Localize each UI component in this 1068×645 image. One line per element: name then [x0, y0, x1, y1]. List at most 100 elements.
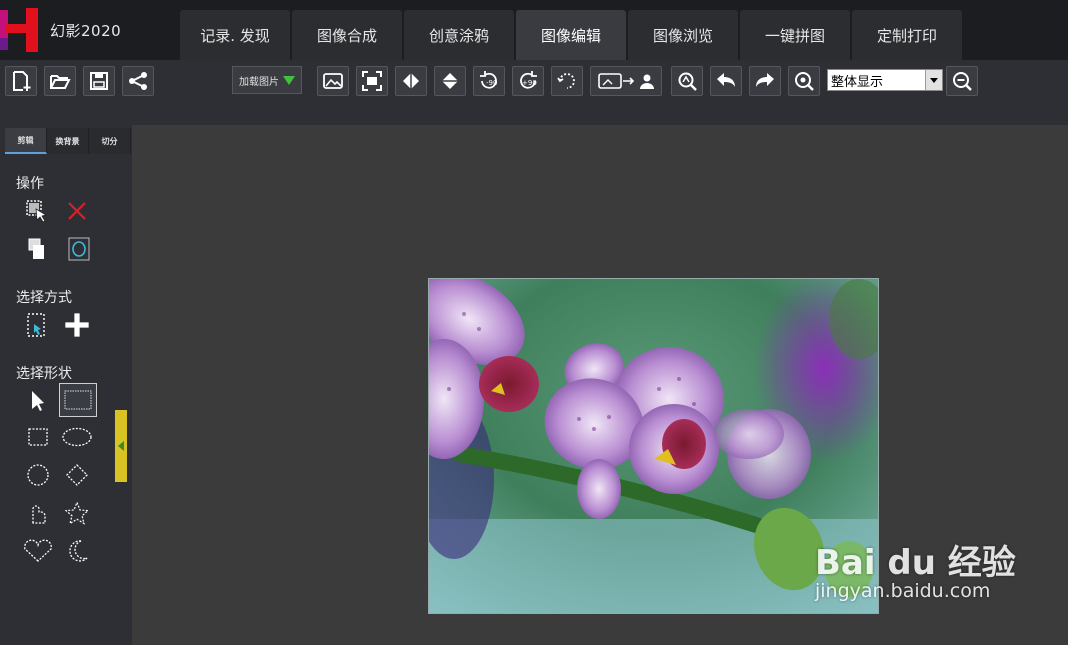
copy-icon [28, 238, 44, 259]
tab-change-background[interactable]: 换背景 [47, 128, 89, 154]
tab-image-browse[interactable]: 图像浏览 [628, 10, 738, 60]
rotate-right-90-icon: +90 [520, 71, 537, 89]
star-icon [65, 501, 89, 525]
title-bar: 幻影2020 记录. 发现 图像合成 创意涂鸦 图像编辑 图像浏览 一键拼图 定… [0, 0, 1068, 60]
close-icon [68, 202, 86, 220]
watermark-brand: Bai du 经验 [815, 543, 1016, 583]
svg-text:+90: +90 [522, 79, 537, 87]
zoom-level-select[interactable]: 整体显示 [827, 69, 943, 91]
diamond-icon [66, 464, 88, 486]
tab-image-compose[interactable]: 图像合成 [292, 10, 402, 60]
redo-icon [756, 73, 774, 87]
magic-zoom-icon [678, 72, 697, 91]
undo-button[interactable] [710, 66, 742, 96]
flip-horizontal-button[interactable] [395, 66, 427, 96]
rectangle-select-shape-selected[interactable] [59, 383, 97, 417]
load-image-dropdown[interactable]: 加载图片 [232, 66, 302, 94]
flip-vertical-icon [442, 73, 458, 89]
edited-image[interactable] [428, 278, 879, 614]
flip-horizontal-icon [403, 73, 419, 89]
new-file-button[interactable] [5, 66, 37, 96]
left-tool-panel: 剪辑 换背景 切分 操作 选择方式 选择形状 [0, 125, 132, 645]
section-operation-title: 操作 [16, 176, 44, 192]
free-rotate-icon [557, 73, 575, 89]
fullscreen-button[interactable] [356, 66, 388, 96]
tab-crop[interactable]: 剪辑 [5, 128, 47, 154]
pointer-shape-tool[interactable] [25, 388, 51, 414]
tab-split[interactable]: 切分 [89, 128, 131, 154]
magic-adjust-button[interactable] [671, 66, 703, 96]
chevron-down-icon [925, 70, 942, 90]
select-apply-tool[interactable] [24, 198, 50, 224]
fullscreen-icon [362, 71, 382, 91]
dropdown-arrow-icon [283, 75, 295, 85]
heart-icon [24, 539, 52, 562]
save-button[interactable] [83, 66, 115, 96]
tab-custom-print[interactable]: 定制打印 [852, 10, 962, 60]
tab-record-discover[interactable]: 记录. 发现 [180, 10, 290, 60]
dotted-rectangle-icon [64, 390, 92, 410]
rotate-left-90-icon: -90 [480, 71, 497, 89]
ellipse-shape-tool[interactable] [61, 424, 93, 450]
section-select-mode-title: 选择方式 [16, 290, 72, 306]
main-tabs: 记录. 发现 图像合成 创意涂鸦 图像编辑 图像浏览 一键拼图 定制打印 [180, 10, 962, 60]
dotted-select-icon [27, 313, 45, 337]
export-to-person-icon [598, 73, 654, 89]
plus-icon [65, 313, 89, 337]
rotate-left-90-button[interactable]: -90 [473, 66, 505, 96]
section-select-shape-title: 选择形状 [16, 366, 72, 382]
orchid-photo [429, 279, 878, 613]
zoom-out-icon [953, 72, 972, 91]
watermark: Bai du 经验 jingyan.baidu.com [815, 535, 1016, 602]
zoom-in-button[interactable] [788, 66, 820, 96]
star-shape-tool[interactable] [64, 500, 90, 526]
add-selection-mode[interactable] [62, 310, 92, 340]
circle-icon [27, 464, 49, 486]
left-panel-tabs: 剪辑 换背景 切分 [5, 128, 131, 154]
tab-one-click-collage[interactable]: 一键拼图 [740, 10, 850, 60]
zoom-out-button[interactable] [946, 66, 978, 96]
rectangle-icon [28, 428, 48, 446]
flip-vertical-button[interactable] [434, 66, 466, 96]
free-rotate-button[interactable] [551, 66, 583, 96]
tab-creative-doodle[interactable]: 创意涂鸦 [404, 10, 514, 60]
watermark-url: jingyan.baidu.com [815, 580, 991, 602]
svg-text:-90: -90 [486, 79, 497, 87]
tab-image-edit[interactable]: 图像编辑 [516, 10, 626, 60]
arrow-cursor-icon [32, 391, 44, 411]
moon-shape-tool[interactable] [64, 538, 90, 564]
select-cursor-icon [26, 200, 48, 223]
zoom-level-value: 整体显示 [831, 74, 884, 90]
panel-collapse-handle[interactable] [115, 410, 127, 482]
app-name: 幻影2020 [50, 22, 122, 40]
ellipse-frame-icon [68, 237, 90, 261]
toolbar: 加载图片 -90 +90 整体显示 [0, 60, 1068, 125]
ellipse-icon [62, 427, 92, 447]
ellipse-crop-tool[interactable] [66, 236, 92, 262]
save-icon [90, 72, 108, 90]
redo-button[interactable] [749, 66, 781, 96]
load-image-label: 加载图片 [239, 76, 279, 88]
share-button[interactable] [122, 66, 154, 96]
lasso-select-mode[interactable] [24, 312, 50, 338]
hand-shape-icon [32, 505, 46, 524]
share-icon [129, 72, 147, 90]
moon-icon [69, 540, 88, 562]
diamond-shape-tool[interactable] [64, 462, 90, 488]
zoom-in-icon [795, 72, 814, 91]
app-window: 幻影2020 记录. 发现 图像合成 创意涂鸦 图像编辑 图像浏览 一键拼图 定… [0, 0, 1068, 645]
rectangle-shape-tool[interactable] [25, 424, 51, 450]
heart-shape-tool[interactable] [22, 538, 54, 564]
copy-tool[interactable] [24, 236, 50, 262]
rotate-right-90-button[interactable]: +90 [512, 66, 544, 96]
cancel-selection-tool[interactable] [64, 198, 90, 224]
hand-shape-tool[interactable] [25, 500, 51, 526]
fit-image-button[interactable] [317, 66, 349, 96]
image-fit-icon [323, 73, 343, 89]
undo-icon [717, 73, 735, 87]
app-logo [0, 8, 40, 52]
folder-open-icon [50, 75, 71, 89]
open-folder-button[interactable] [44, 66, 76, 96]
circle-shape-tool[interactable] [25, 462, 51, 488]
export-to-person-button[interactable] [590, 66, 662, 96]
